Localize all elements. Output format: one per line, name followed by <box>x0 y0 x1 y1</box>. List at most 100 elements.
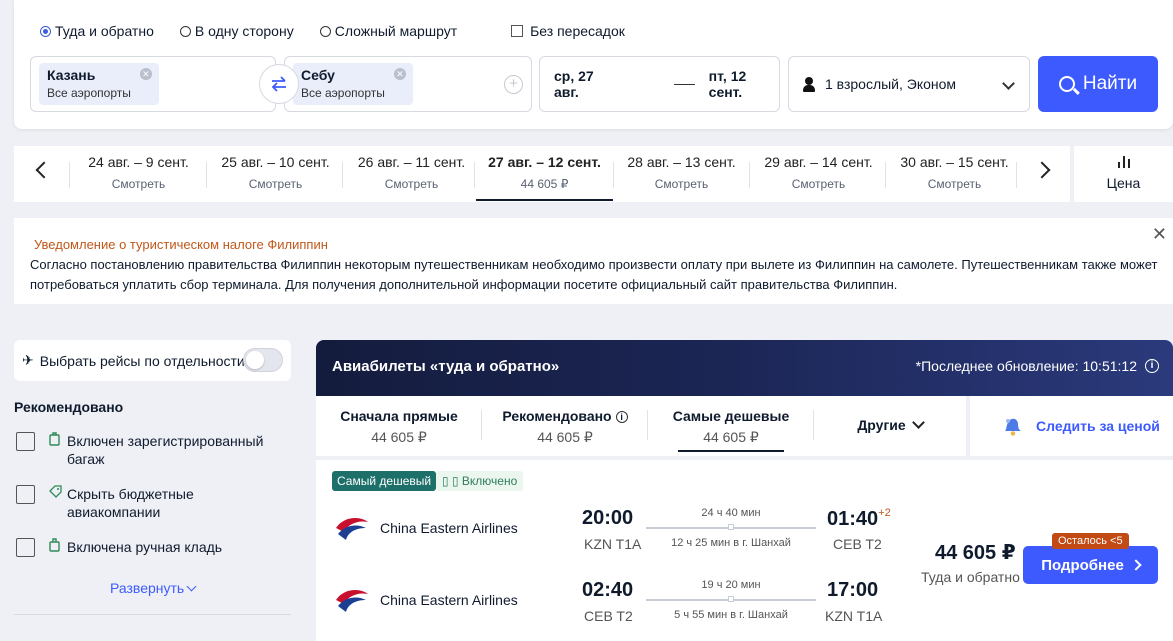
info-icon[interactable]: i <box>615 411 628 423</box>
sort-tab-cheapest[interactable]: Самые дешевые 44 605 ₽ <box>648 396 814 456</box>
search-button[interactable]: Найти <box>1038 56 1158 112</box>
sort-tab-other[interactable]: Другие <box>814 396 966 456</box>
results-banner: Авиабилеты «туда и обратно» *Последнее о… <box>316 340 1173 396</box>
nonstop-label: Без пересадок <box>530 23 625 39</box>
add-city-icon[interactable]: + <box>504 75 523 94</box>
date-option[interactable]: 24 авг. – 9 сент. Смотреть <box>70 146 207 202</box>
origin-field[interactable]: Казань Все аэропорты ✕ <box>30 56 276 112</box>
sort-tabs: Сначала прямые 44 605 ₽ Рекомендовано i 4… <box>316 396 966 456</box>
date-option[interactable]: 26 авг. – 11 сент. Смотреть <box>343 146 480 202</box>
destination-airports: Все аэропорты <box>301 86 385 100</box>
radio-icon <box>179 25 191 37</box>
expand-filters-link[interactable]: Развернуть <box>110 580 197 596</box>
plus-days: +2 <box>878 507 891 519</box>
route-line <box>646 524 816 530</box>
divider <box>14 614 291 615</box>
nonstop-checkbox[interactable]: Без пересадок <box>483 23 625 39</box>
date-range: 28 авг. – 13 сент. <box>627 154 736 170</box>
clear-destination-icon[interactable]: ✕ <box>393 68 406 80</box>
departure-time: 02:40 <box>582 579 634 601</box>
sort-tab-price: 44 605 ₽ <box>537 429 593 445</box>
destination-field[interactable]: Себу Все аэропорты ✕ + <box>284 56 532 112</box>
filter-hide-budget[interactable]: Скрыть бюджетные авиакомпании <box>16 485 267 521</box>
search-button-label: Найти <box>1082 73 1138 94</box>
departure-airport: CEB T2 <box>584 608 633 624</box>
depart-date: ср, 27 авг. <box>554 68 594 100</box>
date-range: 25 авг. – 10 сент. <box>221 154 330 170</box>
date-range: 26 авг. – 11 сент. <box>357 154 466 170</box>
next-dates-arrow-icon[interactable] <box>1033 161 1051 179</box>
price-chart-button[interactable]: Цена <box>1074 146 1173 202</box>
separate-flights-toggle-row: ✈ Выбрать рейсы по отдельности <box>14 340 291 381</box>
passengers-field[interactable]: 1 взрослый, Эконом <box>788 56 1030 112</box>
clear-origin-icon[interactable]: ✕ <box>139 68 152 80</box>
departure-airport: KZN T1A <box>584 536 642 552</box>
origin-city: Казань <box>47 67 96 83</box>
included-badge: ▯ ▯ Включено <box>436 471 524 491</box>
date-price: Смотреть <box>927 177 982 191</box>
destination-chip: Себу Все аэропорты ✕ <box>293 63 413 105</box>
chevron-down-icon <box>911 416 925 429</box>
date-option[interactable]: 30 авг. – 15 сент. Смотреть <box>886 146 1023 202</box>
origin-airports: Все аэропорты <box>47 86 131 100</box>
date-price: Смотреть <box>791 177 846 191</box>
date-option[interactable]: 28 авг. – 13 сент. Смотреть <box>613 146 750 202</box>
filter-hand-luggage[interactable]: Включена ручная кладь <box>16 538 267 557</box>
date-range: 24 авг. – 9 сент. <box>88 154 189 170</box>
expand-label: Развернуть <box>110 580 185 596</box>
chevron-down-icon <box>1002 77 1015 90</box>
sort-tab-direct[interactable]: Сначала прямые 44 605 ₽ <box>316 396 482 456</box>
luggage-icon: ▯ <box>442 474 449 488</box>
origin-chip: Казань Все аэропорты ✕ <box>39 63 159 105</box>
date-price: Смотреть <box>248 177 303 191</box>
close-icon[interactable]: ✕ <box>1152 224 1167 244</box>
trip-type-oneway[interactable]: В одну сторону <box>179 23 294 39</box>
sort-tab-price: 44 605 ₽ <box>703 429 759 445</box>
ticket-card[interactable]: Самый дешевый ▯ ▯ Включено China Eastern… <box>316 460 1173 641</box>
separate-flights-toggle[interactable] <box>243 348 283 372</box>
sort-tab-label: Другие <box>857 417 906 433</box>
trip-type-label: Туда и обратно <box>55 23 154 39</box>
chevron-down-icon <box>186 581 197 592</box>
checkbox-icon <box>511 25 524 37</box>
arrival-airport: KZN T1A <box>825 608 883 624</box>
track-price-button[interactable]: Следить за ценой <box>970 396 1173 456</box>
checkbox[interactable] <box>16 538 35 557</box>
filter-label: Скрыть бюджетные авиакомпании <box>67 486 194 520</box>
checkbox[interactable] <box>16 485 35 504</box>
radio-icon <box>319 25 331 37</box>
dates-field[interactable]: ср, 27 авг. пт, 12 сент. <box>539 56 780 112</box>
arrival-time-value: 01:40 <box>827 508 879 530</box>
sort-tab-recommended[interactable]: Рекомендовано i 44 605 ₽ <box>482 396 648 456</box>
date-price: Смотреть <box>384 177 439 191</box>
seats-left-badge: Осталось <5 <box>1052 533 1129 549</box>
date-option[interactable]: 29 авг. – 14 сент. Смотреть <box>750 146 887 202</box>
arrival-airport: CEB T2 <box>833 536 882 552</box>
date-option[interactable]: 25 авг. – 10 сент. Смотреть <box>207 146 344 202</box>
trip-type-roundtrip[interactable]: Туда и обратно <box>40 23 154 39</box>
swap-cities-button[interactable] <box>259 64 299 104</box>
airline-name: China Eastern Airlines <box>380 520 518 536</box>
filters-section-title: Рекомендовано <box>14 399 124 415</box>
date-option-selected[interactable]: 27 авг. – 12 сент. 44 605 ₽ <box>476 146 613 202</box>
layover-info: 12 ч 25 мин в г. Шанхай <box>671 537 791 549</box>
filter-checked-baggage[interactable]: Включен зарегистрированный багаж <box>16 432 267 468</box>
filter-label: Включена ручная кладь <box>67 539 223 555</box>
date-price: 44 605 ₽ <box>520 177 569 191</box>
prev-dates-arrow-icon[interactable] <box>35 161 53 179</box>
info-icon[interactable]: i <box>1145 359 1159 373</box>
filter-label: Включен зарегистрированный багаж <box>67 433 264 467</box>
bar-chart-icon <box>1117 156 1131 168</box>
details-button[interactable]: Подробнее <box>1023 546 1158 584</box>
date-price: Смотреть <box>111 177 166 191</box>
return-date: пт, 12 сент. <box>708 68 747 100</box>
checkbox[interactable] <box>16 432 35 451</box>
notice-title: Уведомление о туристическом налоге Филип… <box>34 237 328 252</box>
trip-type-multicity[interactable]: Сложный маршрут <box>319 23 458 39</box>
arrival-time: 17:00 <box>827 579 879 601</box>
flight-duration: 24 ч 40 мин <box>701 507 761 519</box>
trip-type-label: Сложный маршрут <box>334 23 458 39</box>
luggage-icon <box>49 432 61 468</box>
price-chart-label: Цена <box>1106 175 1141 191</box>
date-range: 27 авг. – 12 сент. <box>488 154 601 170</box>
